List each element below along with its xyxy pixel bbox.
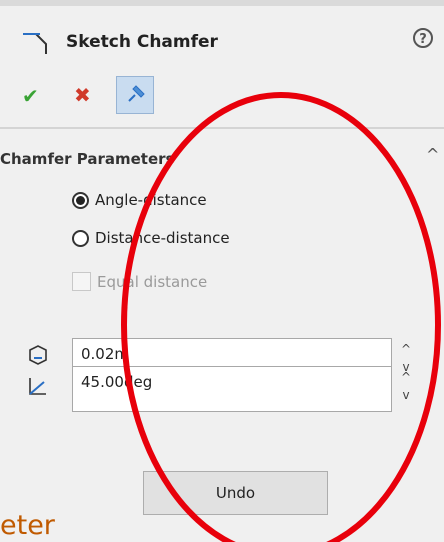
red-ellipse-annotation bbox=[121, 92, 441, 542]
